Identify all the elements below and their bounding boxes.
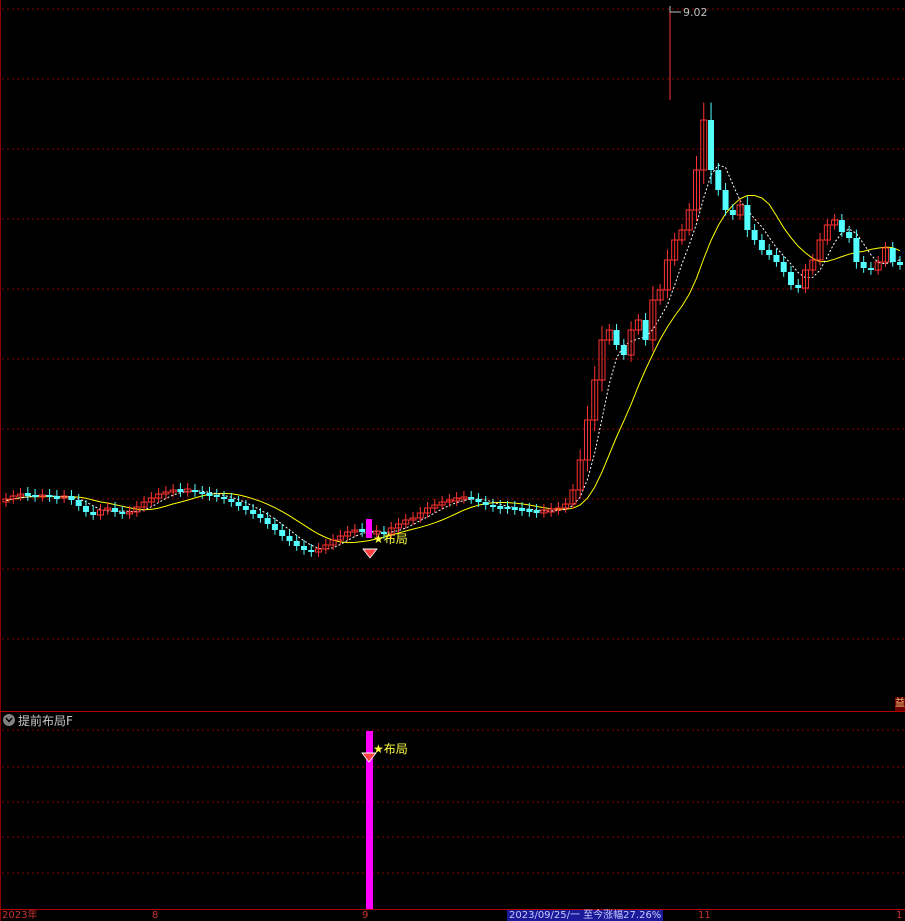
signal-label-main: ★布局 (373, 532, 408, 546)
fast-moving-average-line (5, 164, 901, 550)
chevron-down-icon[interactable] (3, 714, 15, 726)
peak-price-label: 9.02 (683, 6, 708, 19)
date-label: 8 (152, 910, 159, 921)
date-axis: 2023年 8 9 11 1 (0, 910, 905, 921)
signal-bar-main (366, 519, 372, 538)
slow-moving-average-line (5, 195, 901, 544)
chart-grid (0, 0, 905, 921)
date-label: 11 (698, 910, 711, 921)
date-label: 2023年 (2, 910, 38, 921)
diamond-icon (362, 548, 378, 559)
candlestick-series (2, 6, 903, 557)
peak-annotation: 9.02 (669, 6, 708, 19)
stock-chart-app: 9.02 ★布局 ★布局 提前布局F 2023年 8 9 11 1 2023/0… (0, 0, 905, 921)
date-label: 1 (896, 910, 903, 921)
cursor-status-readout: 2023/09/25/一 至今涨幅27.26% (507, 910, 664, 921)
signal-label-sub: ★布局 (373, 742, 408, 756)
indicator-title: 提前布局F (18, 713, 73, 728)
indicator-panel-header[interactable]: 提前布局F (3, 711, 73, 729)
corner-button[interactable]: 益 (895, 697, 905, 711)
kline-chart[interactable]: 9.02 ★布局 ★布局 (0, 0, 905, 921)
signal-marker-sub: ★布局 (361, 731, 408, 909)
date-label: 9 (362, 910, 369, 921)
